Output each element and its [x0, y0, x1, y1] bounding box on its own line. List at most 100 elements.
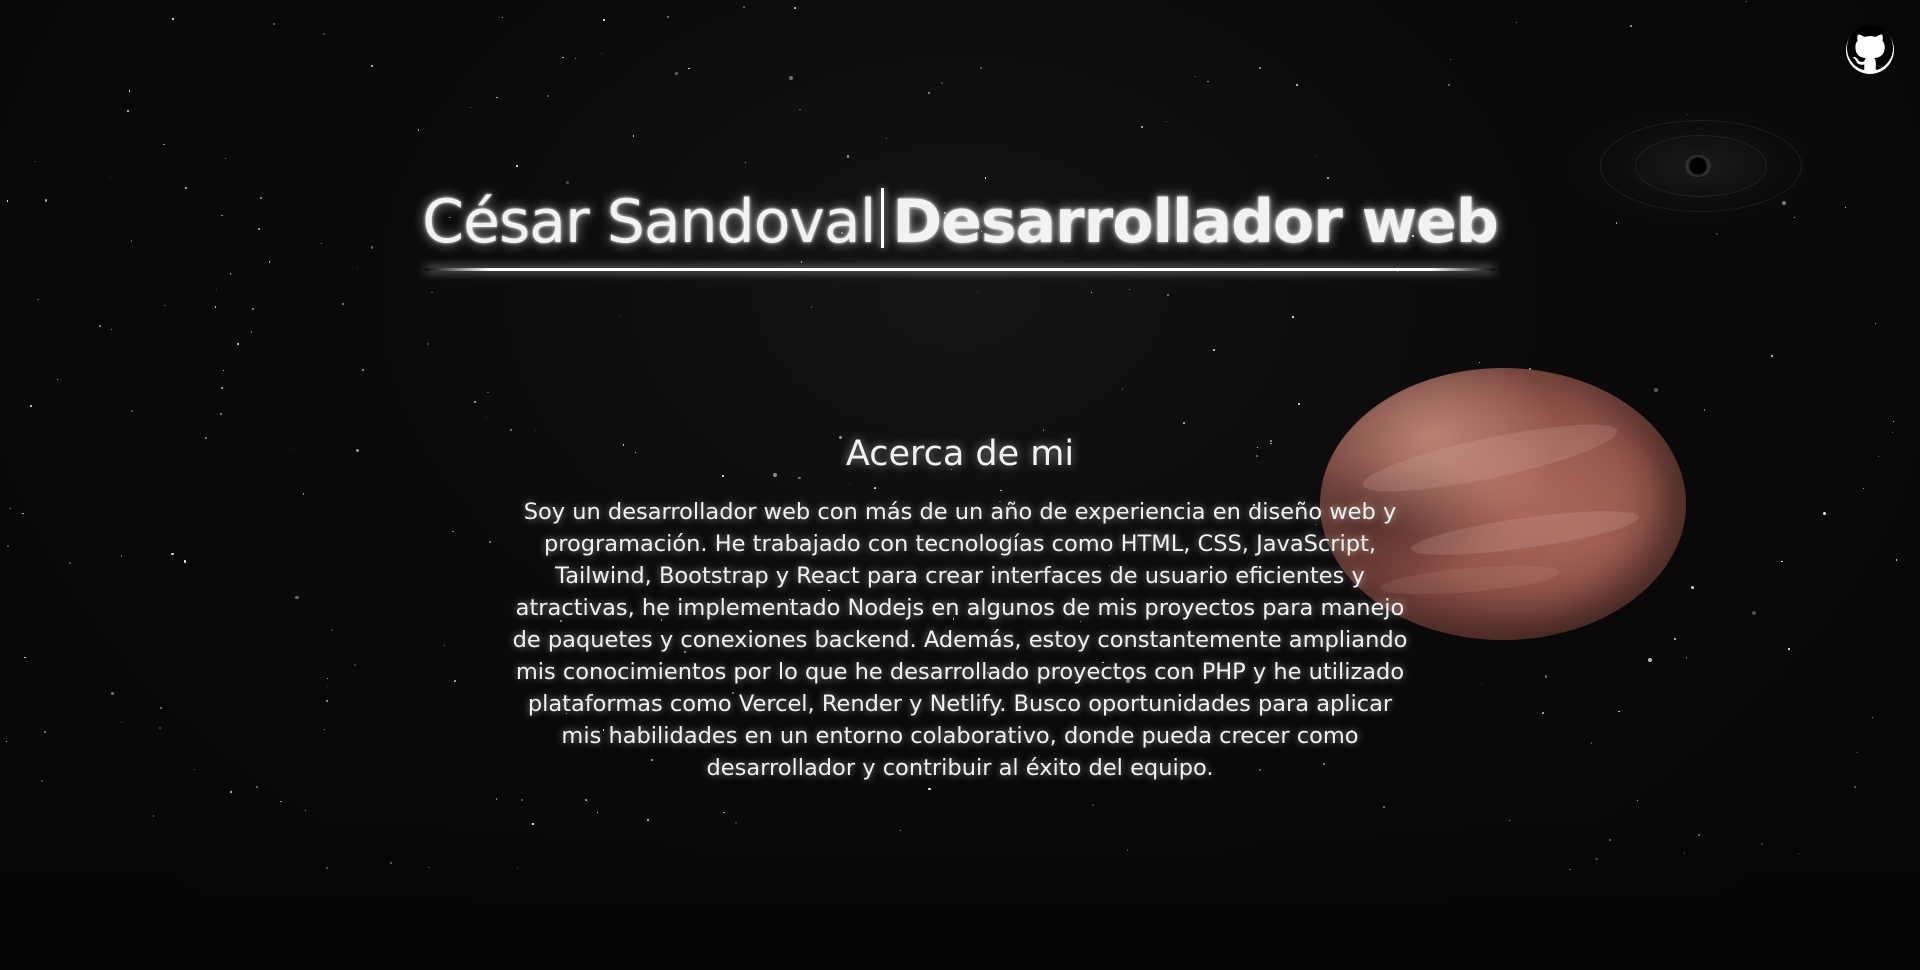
- star: [1449, 58, 1452, 61]
- star: [272, 23, 275, 25]
- star: [1182, 422, 1185, 425]
- star: [1895, 558, 1898, 561]
- star: [37, 299, 39, 301]
- star: [452, 530, 454, 533]
- star: [546, 94, 549, 97]
- star: [1874, 323, 1876, 325]
- star: [252, 308, 255, 311]
- star: [496, 798, 498, 800]
- github-link[interactable]: [1846, 25, 1894, 74]
- star: [40, 779, 43, 782]
- star: [305, 809, 307, 812]
- star: [489, 541, 492, 544]
- star: [1259, 67, 1261, 70]
- star: [221, 387, 223, 389]
- star: [356, 448, 360, 452]
- star: [810, 305, 813, 308]
- star: [1752, 611, 1757, 616]
- star: [121, 721, 123, 723]
- star: [130, 409, 133, 412]
- star: [1515, 21, 1517, 23]
- star: [1327, 177, 1330, 180]
- bottom-fade: [0, 820, 1920, 970]
- star: [600, 53, 602, 55]
- star: [1448, 84, 1451, 87]
- star: [34, 160, 36, 162]
- star: [1316, 155, 1318, 157]
- star: [1674, 638, 1676, 640]
- star: [1877, 455, 1879, 457]
- star: [1892, 431, 1894, 434]
- star: [214, 305, 217, 308]
- about-title: Acerca de mi: [845, 434, 1075, 474]
- star: [1745, 0, 1747, 3]
- star: [171, 553, 174, 556]
- star: [1871, 716, 1874, 719]
- star: [443, 644, 446, 646]
- star: [743, 6, 745, 8]
- typing-caret: [881, 188, 885, 248]
- star: [453, 680, 456, 683]
- star: [1166, 121, 1168, 123]
- star: [1295, 83, 1298, 86]
- star: [1480, 684, 1483, 686]
- about-text: Soy un desarrollador web con más de un a…: [512, 499, 1408, 781]
- star: [927, 91, 930, 94]
- star: [293, 448, 295, 450]
- star: [162, 143, 165, 146]
- star: [152, 815, 154, 817]
- star: [501, 16, 504, 19]
- star: [1542, 712, 1544, 714]
- star: [219, 412, 222, 416]
- star: [619, 314, 621, 316]
- star: [431, 291, 433, 294]
- star: [362, 368, 365, 372]
- star: [1166, 293, 1169, 296]
- author-role: Desarrollador web: [892, 187, 1498, 257]
- star: [1637, 800, 1639, 802]
- star: [984, 176, 987, 179]
- star: [474, 401, 477, 404]
- star: [229, 273, 232, 276]
- star: [928, 787, 931, 791]
- star: [1383, 806, 1386, 808]
- star: [1862, 488, 1864, 490]
- star: [1703, 409, 1706, 411]
- star: [1590, 742, 1593, 744]
- star: [632, 135, 635, 137]
- star: [120, 554, 123, 557]
- star: [1544, 675, 1547, 678]
- star: [495, 96, 498, 99]
- star: [1856, 752, 1858, 754]
- star: [666, 16, 669, 18]
- star: [1128, 288, 1131, 290]
- star: [1781, 560, 1783, 563]
- star: [1647, 657, 1652, 663]
- star: [1654, 388, 1658, 392]
- star: [109, 176, 111, 178]
- star: [1194, 75, 1196, 77]
- star: [323, 728, 325, 730]
- star: [584, 798, 587, 801]
- star: [794, 7, 796, 9]
- star: [325, 700, 328, 703]
- star: [1291, 316, 1294, 319]
- star: [7, 545, 9, 547]
- star: [1853, 786, 1856, 789]
- star: [940, 81, 943, 84]
- star: [574, 58, 576, 60]
- star: [327, 677, 329, 679]
- star: [193, 768, 196, 771]
- star: [603, 18, 605, 21]
- star: [1685, 657, 1688, 659]
- star: [1090, 291, 1093, 294]
- star: [723, 811, 725, 813]
- star: [427, 343, 429, 345]
- star: [323, 32, 325, 35]
- star: [1690, 585, 1694, 589]
- star: [744, 161, 746, 163]
- star: [341, 302, 344, 305]
- star: [57, 379, 59, 381]
- star: [110, 691, 114, 695]
- star: [675, 71, 678, 75]
